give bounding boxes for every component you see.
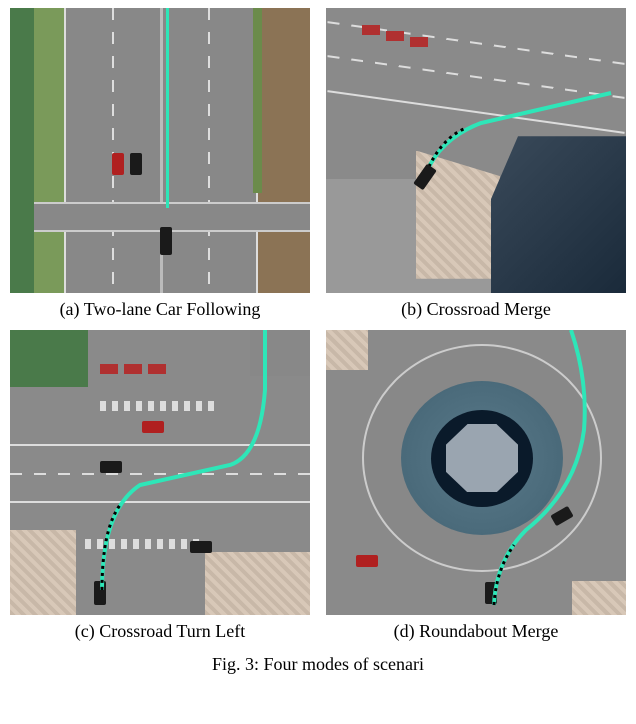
subfigure-a: (a) Two-lane Car Following xyxy=(8,8,312,320)
car-black xyxy=(190,541,212,553)
subfigure-a-caption: (a) Two-lane Car Following xyxy=(60,299,261,320)
ego-car xyxy=(485,582,497,604)
car-red xyxy=(112,153,124,175)
subfigure-b: (b) Crossroad Merge xyxy=(324,8,628,320)
scenario-a-image xyxy=(10,8,310,293)
scenario-d-image xyxy=(326,330,626,615)
car-red xyxy=(356,555,378,567)
ego-car xyxy=(160,227,172,255)
trajectory-line xyxy=(166,8,169,208)
scenario-b-image xyxy=(326,8,626,293)
subfigure-c: (c) Crossroad Turn Left xyxy=(8,330,312,642)
car-black xyxy=(130,153,142,175)
figure-grid: (a) Two-lane Car Following (b) Crossroad… xyxy=(8,8,628,642)
building-icon xyxy=(491,136,626,293)
car-red xyxy=(142,421,164,433)
figure-main-caption: Fig. 3: Four modes of scenari xyxy=(8,654,628,675)
subfigure-c-caption: (c) Crossroad Turn Left xyxy=(75,621,245,642)
subfigure-d-caption: (d) Roundabout Merge xyxy=(394,621,559,642)
subfigure-d: (d) Roundabout Merge xyxy=(324,330,628,642)
scenario-c-image xyxy=(10,330,310,615)
car-black xyxy=(100,461,122,473)
subfigure-b-caption: (b) Crossroad Merge xyxy=(401,299,551,320)
ego-car xyxy=(94,581,106,605)
